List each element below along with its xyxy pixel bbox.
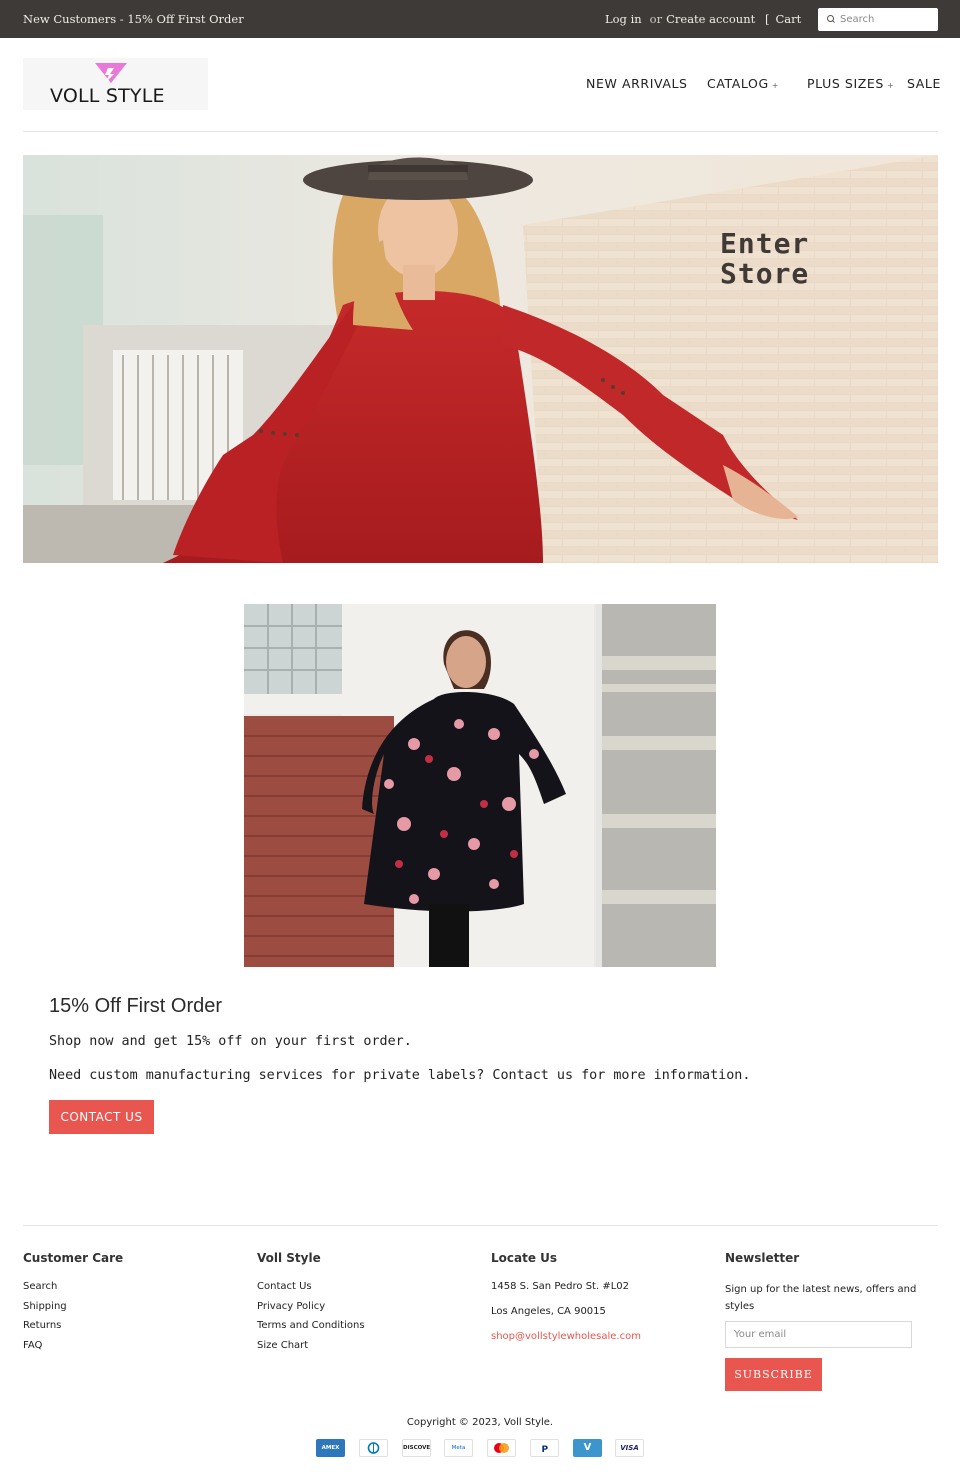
diners-icon [359, 1439, 388, 1457]
footer-heading: Voll Style [257, 1251, 321, 1265]
login-link[interactable]: Log in [605, 12, 642, 26]
svg-text:P: P [542, 1445, 549, 1455]
search-icon[interactable] [827, 15, 835, 23]
footer-divider [23, 1225, 938, 1226]
hero-photo [23, 155, 938, 563]
footer-link-search[interactable]: Search [23, 1281, 223, 1301]
plus-icon: + [771, 81, 780, 90]
logo-wordmark[interactable]: VOLL STYLE [50, 85, 165, 107]
footer-customer-care: Customer Care Search Shipping Returns FA… [23, 1251, 223, 1359]
header-divider [23, 131, 938, 132]
newsletter-text: Sign up for the latest news, offers and … [725, 1284, 917, 1312]
nav-label: SALE [907, 76, 941, 91]
footer-link-faq[interactable]: FAQ [23, 1340, 223, 1360]
newsletter-email-input[interactable] [725, 1321, 912, 1348]
footer-voll-style: Voll Style Contact Us Privacy Policy Ter… [257, 1251, 457, 1359]
mastercard-logo [494, 1443, 509, 1453]
account-links: Log in or Create account [605, 12, 759, 26]
footer-link-contact[interactable]: Contact Us [257, 1281, 457, 1301]
nav-new-arrivals[interactable]: NEW ARRIVALS [586, 76, 688, 91]
custom-manufacturing-text: Need custom manufacturing services for p… [49, 1068, 751, 1083]
paypal-icon: P [530, 1439, 559, 1457]
nav-label: NEW ARRIVALS [586, 76, 688, 91]
footer-locate-us: Locate Us 1458 S. San Pedro St. #L02 Los… [491, 1251, 691, 1342]
footer-newsletter: Newsletter Sign up for the latest news, … [725, 1251, 925, 1315]
amex-icon: AMEX [316, 1439, 345, 1457]
cart-link[interactable]: [ Cart [765, 12, 801, 26]
copyright: Copyright © 2023, Voll Style. [406, 1417, 554, 1428]
announcement-bar: New Customers - 15% Off First Order Log … [0, 0, 960, 38]
nav-plus-sizes[interactable]: PLUS SIZES + [807, 76, 894, 91]
nav-catalog[interactable]: CATALOG + [707, 76, 779, 91]
logo-heart-icon[interactable] [94, 62, 128, 84]
address-line-2: Los Angeles, CA 90015 [491, 1306, 606, 1317]
mastercard-icon [487, 1439, 516, 1457]
visa-icon: VISA [615, 1439, 644, 1457]
venmo-icon: V [573, 1439, 602, 1457]
footer-link-size-chart[interactable]: Size Chart [257, 1340, 457, 1360]
plus-icon: + [886, 81, 895, 90]
footer-link-returns[interactable]: Returns [23, 1320, 223, 1340]
diners-logo [367, 1442, 380, 1454]
footer-heading: Newsletter [725, 1251, 800, 1265]
hero-title[interactable]: Enter Store [720, 229, 809, 289]
or-separator: or [649, 12, 663, 26]
footer-heading: Customer Care [23, 1251, 124, 1265]
create-account-link[interactable]: Create account [666, 12, 755, 26]
email-link[interactable]: shop@vollstylewholesale.com [491, 1331, 691, 1342]
nav-sale[interactable]: SALE [907, 76, 941, 91]
nav-label: CATALOG [707, 76, 769, 91]
nav-label: PLUS SIZES [807, 76, 884, 91]
contact-us-button[interactable]: CONTACT US [49, 1100, 154, 1134]
plus-size-model-photo [244, 604, 716, 967]
footer-link-shipping[interactable]: Shipping [23, 1301, 223, 1321]
search-input[interactable] [840, 11, 934, 28]
address-line-1: 1458 S. San Pedro St. #L02 [491, 1281, 629, 1292]
footer-link-privacy[interactable]: Privacy Policy [257, 1301, 457, 1321]
footer-heading: Locate Us [491, 1251, 558, 1265]
subscribe-button[interactable]: SUBSCRIBE [725, 1358, 822, 1391]
paypal-logo: P [542, 1445, 549, 1455]
announcement-text: New Customers - 15% Off First Order [23, 12, 244, 26]
promo-text: Shop now and get 15% off on your first o… [49, 1034, 412, 1049]
featured-image [244, 604, 716, 967]
promo-heading: 15% Off First Order [49, 995, 223, 1017]
footer-link-terms[interactable]: Terms and Conditions [257, 1320, 457, 1340]
discover-icon: DISCOVER [402, 1439, 431, 1457]
cart-label: Cart [775, 12, 802, 26]
hero-banner[interactable]: Enter Store [23, 155, 938, 563]
cart-icon: [ [765, 12, 770, 26]
meta-pay-icon: Meta [444, 1439, 473, 1457]
search-box[interactable] [818, 8, 938, 31]
